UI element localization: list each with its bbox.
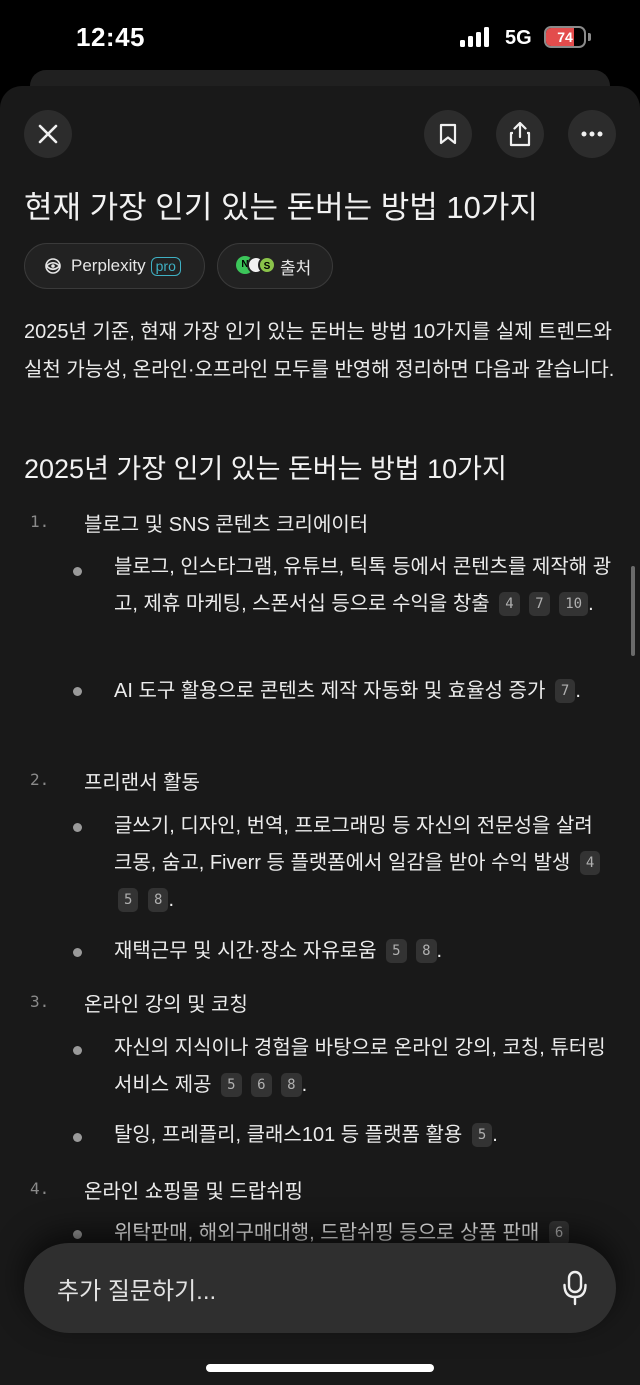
shopify-icon: S [258,256,276,274]
home-indicator[interactable] [206,1364,434,1372]
list-number: 3. [30,992,50,1011]
signal-icon [460,27,489,47]
list-bullet: 탈잉, 프레플리, 클래스101 등 플랫폼 활용 5. [114,1123,498,1147]
pro-badge: pro [150,256,181,276]
bullet-dot [73,948,82,957]
microphone-icon[interactable] [562,1270,588,1306]
list-bullet: 블로그, 인스타그램, 유튜브, 틱톡 등에서 콘텐츠를 제작해 광고, 제휴 … [114,556,612,616]
citation-badge[interactable]: 10 [559,592,589,616]
bookmark-icon [439,123,457,145]
bullet-dot [73,567,82,576]
bullet-text: 자신의 지식이나 경험을 바탕으로 온라인 강의, 코칭, 튜터링 서비스 제공 [114,1037,606,1096]
page-title: 현재 가장 인기 있는 돈버는 방법 10가지 [24,190,538,225]
bookmark-button[interactable] [424,110,472,158]
more-horizontal-icon [581,131,603,137]
sources-label: 출처 [280,258,312,278]
list-item-title: 블로그 및 SNS 콘텐츠 크리에이터 [84,514,369,536]
bullet-dot [73,687,82,696]
bullet-text: 탈잉, 프레플리, 클래스101 등 플랫폼 활용 [114,1124,463,1146]
source-favicons: N S [236,256,276,276]
bullet-text: 재택근무 및 시간·장소 자유로움 [114,940,377,962]
list-item-title: 온라인 강의 및 코칭 [84,994,248,1016]
perplexity-label: Perplexity [71,256,146,275]
citation-badge[interactable]: 7 [554,679,576,703]
citation-badge[interactable]: 7 [529,592,550,616]
citation-badge[interactable]: 6 [251,1073,272,1097]
sources-chip[interactable]: N S 출처 [217,243,333,289]
list-number: 2. [30,770,50,789]
list-bullet: 자신의 지식이나 경험을 바탕으로 온라인 강의, 코칭, 튜터링 서비스 제공… [114,1037,606,1097]
share-icon [509,121,531,147]
list-item-title: 프리랜서 활동 [84,772,200,794]
citation-badge[interactable]: 6 [548,1221,570,1245]
share-button[interactable] [496,110,544,158]
citation-badge[interactable]: 5 [471,1123,493,1147]
list-bullet: AI 도구 활용으로 콘텐츠 제작 자동화 및 효율성 증가 7. [114,679,581,703]
list-bullet: 재택근무 및 시간·장소 자유로움 5 8. [114,939,443,963]
status-bar: 12:45 5G 74 [0,0,640,80]
battery-icon: 74 [544,26,586,48]
list-bullet: 글쓰기, 디자인, 번역, 프로그래밍 등 자신의 전문성을 살려 크몽, 숨고… [114,808,614,919]
perplexity-logo-icon [45,258,61,274]
citation-badge[interactable]: 8 [148,888,169,912]
network-type: 5G [505,27,532,49]
bullet-text: AI 도구 활용으로 콘텐츠 제작 자동화 및 효율성 증가 [114,680,546,702]
bullet-text: 위탁판매, 해외구매대행, 드랍쉬핑 등으로 상품 판매 [114,1222,540,1244]
list-number: 4. [30,1179,50,1198]
bullet-dot [73,1133,82,1142]
list-item-title: 온라인 쇼핑몰 및 드랍쉬핑 [84,1181,304,1203]
scrollbar[interactable] [631,566,635,656]
perplexity-chip[interactable]: Perplexity pro [24,243,205,289]
more-button[interactable] [568,110,616,158]
citation-badge[interactable]: 4 [579,851,601,875]
battery-tip [588,33,591,41]
follow-up-placeholder: 추가 질문하기... [57,1278,217,1305]
status-time: 12:45 [76,22,145,52]
close-icon [38,124,58,144]
citation-badge[interactable]: 4 [499,592,520,616]
citation-badge[interactable]: 5 [386,939,407,963]
battery-level: 74 [557,29,573,45]
bullet-dot [73,1230,82,1239]
intro-paragraph: 2025년 기준, 현재 가장 인기 있는 돈버는 방법 10가지를 실제 트렌… [24,321,615,381]
section-heading: 2025년 가장 인기 있는 돈버는 방법 10가지 [24,454,507,484]
citation-badge[interactable]: 5 [221,1073,242,1097]
close-button[interactable] [24,110,72,158]
bullet-text: 글쓰기, 디자인, 번역, 프로그래밍 등 자신의 전문성을 살려 크몽, 숨고… [114,815,593,874]
citation-badge[interactable]: 8 [416,939,437,963]
follow-up-input[interactable]: 추가 질문하기... [24,1243,616,1333]
bullet-dot [73,1046,82,1055]
list-number: 1. [30,512,50,531]
bullet-dot [73,823,82,832]
citation-badge[interactable]: 8 [281,1073,302,1097]
answer-sheet: 현재 가장 인기 있는 돈버는 방법 10가지 Perplexity pro N… [0,86,640,1385]
citation-badge[interactable]: 5 [118,888,139,912]
